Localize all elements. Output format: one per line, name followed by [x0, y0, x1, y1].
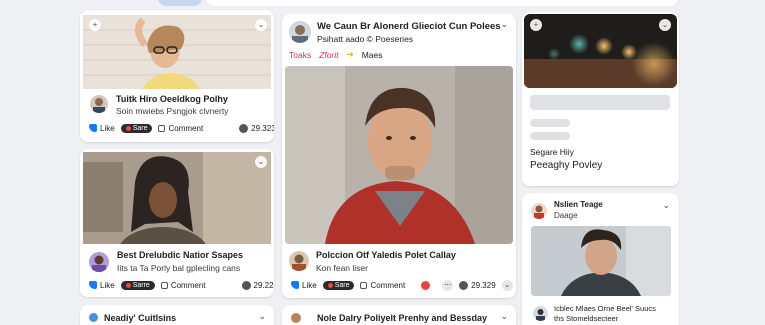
ellipsis-icon[interactable]: ⋯ — [442, 279, 454, 291]
post-title[interactable]: Neadiy' Cuitlsins — [104, 313, 176, 323]
like-button[interactable]: Like — [291, 281, 317, 290]
reactions-icon — [239, 123, 249, 133]
tag-arrow-icon: ➜ — [346, 49, 354, 59]
chevron-down-icon[interactable]: ⌄ — [255, 156, 267, 168]
post-title[interactable]: Polccion Otf Yaledis Polet Callay — [316, 250, 456, 260]
chevron-down-icon[interactable]: ⌄ — [500, 311, 508, 322]
comment-icon — [160, 281, 168, 289]
author-avatar[interactable] — [289, 251, 309, 271]
post-card-2: ⌄ Best Drelubdic Natior Ssapes Iits ta T… — [80, 149, 274, 297]
top-search-bar[interactable] — [206, 0, 678, 6]
comment-label: Comment — [168, 123, 204, 133]
post-subtitle: Iits ta Ta Porly bal gplecling cans — [117, 263, 241, 273]
post-subtitle: Kon fean liser — [316, 263, 368, 273]
share-label: Sarre — [132, 281, 150, 289]
comment-icon — [158, 124, 166, 132]
post-image-young-man[interactable] — [531, 226, 671, 296]
tag-link[interactable]: Zforit — [319, 50, 338, 60]
comment-label: Comment — [170, 280, 206, 290]
heart-icon[interactable] — [421, 280, 431, 290]
post-actions: Like Sare Comment ⋯ 29.329 ⌄ — [291, 278, 513, 292]
placeholder-bar — [530, 95, 670, 110]
author-avatar[interactable] — [531, 203, 547, 219]
reaction-count-label: 29.323 — [251, 123, 274, 133]
featured-post-card: We Caun Br Alonerd Glіесiot Cun Polees ⌄… — [282, 14, 516, 298]
placeholder-bar — [530, 119, 570, 127]
post-subtitle: Soin mwiebs Psngjok clvnerty — [116, 106, 229, 116]
chevron-down-icon[interactable]: ⌄ — [258, 311, 266, 322]
share-icon — [327, 282, 333, 288]
sidebar-card-2: Nslien Teage Daage ⌄ Icblec Mlaes Orne B… — [522, 193, 679, 325]
like-label: Like — [100, 280, 115, 290]
add-icon[interactable]: + — [530, 19, 542, 31]
add-icon[interactable]: + — [89, 19, 101, 31]
post-card-3: Neadiy' Cuitlsins ⌄ — [80, 305, 274, 325]
bokeh-image[interactable]: + ⌄ — [524, 14, 677, 88]
comment-button[interactable]: Comment — [360, 281, 405, 290]
post-card-1: + ⌄ Tuitk Hiro Oeeldkog Polhy Soin mwieb… — [80, 10, 274, 142]
post-title[interactable]: We Caun Br Alonerd Glіесiot Cun Polees — [317, 21, 501, 32]
chevron-down-icon[interactable]: ⌄ — [659, 19, 671, 31]
reaction-count-label: 29.329 — [471, 280, 496, 290]
post-title[interactable]: Best Drelubdic Natior Ssapes — [117, 250, 243, 260]
share-button[interactable]: Sare — [120, 123, 153, 133]
thumbs-up-icon — [89, 281, 97, 289]
avatar[interactable] — [291, 313, 301, 323]
post-card-5: Nole Dalry Poliyelt Prenhy and Bessday ⌄ — [282, 305, 516, 325]
chevron-down-icon[interactable]: ⌄ — [255, 19, 267, 31]
tag-link[interactable]: Maes — [362, 50, 383, 60]
chevron-down-icon[interactable]: ⌄ — [662, 200, 670, 211]
post-image-woman-glasses[interactable]: + ⌄ — [83, 15, 271, 89]
top-nav-pill-active[interactable] — [158, 0, 202, 6]
comment-icon — [360, 281, 368, 289]
post-image-man-red-jacket[interactable] — [285, 66, 513, 244]
post-actions: Like Sare Comment 29.323 ⌄ — [89, 121, 274, 135]
sidebar-card-subtitle: Daage — [554, 211, 578, 220]
author-avatar[interactable] — [89, 252, 109, 272]
sidebar-card-title[interactable]: Nslien Teage — [554, 200, 603, 209]
post-actions: Like Sarre Comment 29.223 ⌄ — [89, 278, 274, 292]
sidebar-line-1: Segare Hiiy — [530, 147, 574, 157]
globe-icon — [89, 313, 98, 322]
post-title[interactable]: Tuitk Hiro Oeeldkog Polhy — [116, 94, 228, 104]
post-subtitle: Psihatt aado © Poeseries — [317, 34, 414, 44]
sidebar-card-1: + ⌄ Segare Hiiy Peeaghy Povley — [522, 12, 679, 186]
post-title[interactable]: Nole Dalry Poliyelt Prenhy and Bessday — [317, 313, 487, 323]
reaction-count-label: 29.223 — [253, 280, 275, 290]
share-button[interactable]: Sare — [322, 280, 355, 290]
share-label: Sare — [334, 281, 350, 289]
author-avatar[interactable] — [289, 21, 311, 43]
like-button[interactable]: Like — [89, 124, 115, 133]
sidebar-line-2[interactable]: Peeaghy Povley — [530, 160, 602, 171]
reaction-count[interactable]: 29.223 — [241, 280, 275, 290]
author-avatar[interactable] — [90, 95, 108, 113]
share-icon — [125, 282, 131, 288]
like-label: Like — [100, 123, 115, 133]
reactions-icon — [459, 280, 469, 290]
share-icon — [125, 125, 131, 131]
thumbs-up-icon — [89, 124, 97, 132]
chevron-down-icon[interactable]: ⌄ — [500, 19, 508, 30]
placeholder-bar — [530, 132, 570, 140]
caption-line-1[interactable]: Icblec Mlaes Orne Beel' Suucs — [554, 304, 656, 313]
tag-row: Toaks Zforit ➜ Maes — [289, 49, 383, 60]
like-label: Like — [302, 280, 317, 290]
reactions-icon — [241, 280, 251, 290]
more-options-icon[interactable]: ⌄ — [501, 279, 513, 291]
reaction-count[interactable]: 29.329 — [459, 280, 496, 290]
comment-button[interactable]: Comment — [158, 124, 203, 133]
tag-link[interactable]: Toaks — [289, 50, 311, 60]
comment-button[interactable]: Comment — [160, 280, 206, 290]
comment-label: Comment — [370, 280, 406, 290]
share-label: Sare — [132, 124, 148, 132]
reaction-count[interactable]: 29.323 — [239, 123, 274, 133]
thumbs-up-icon — [291, 281, 299, 289]
like-button[interactable]: Like — [89, 281, 115, 290]
author-avatar[interactable] — [533, 306, 548, 321]
share-button[interactable]: Sarre — [120, 280, 155, 290]
post-image-woman-braids[interactable]: ⌄ — [83, 152, 271, 244]
caption-line-2: ths Stomeldsecteer — [554, 314, 619, 323]
